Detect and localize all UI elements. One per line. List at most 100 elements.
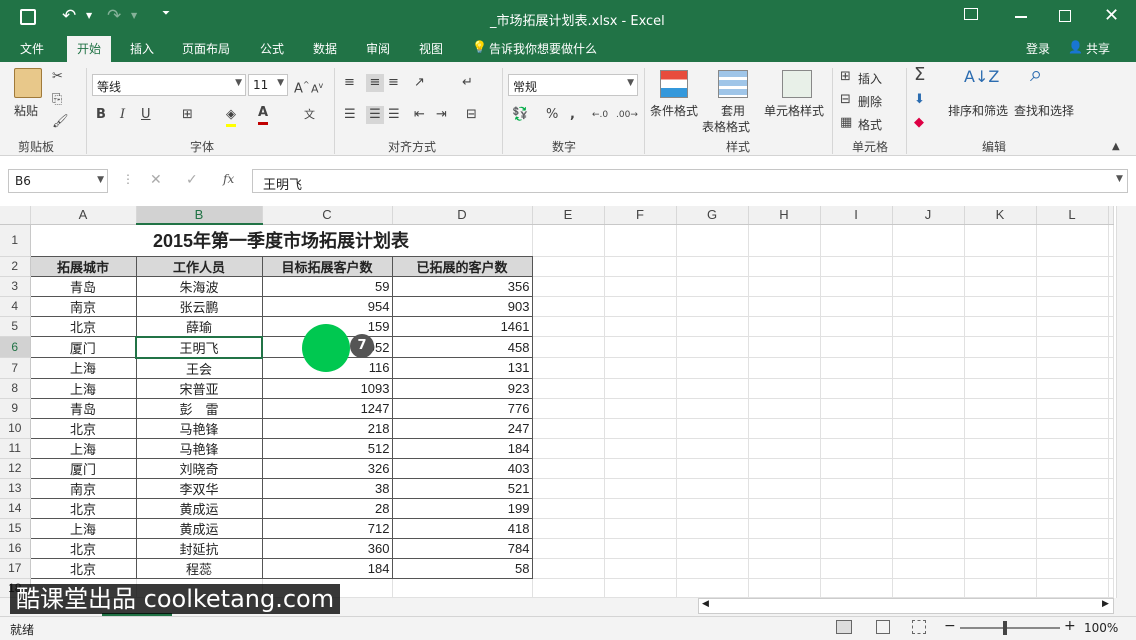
city-cell[interactable]: 青岛	[29, 275, 137, 297]
person-cell[interactable]: 李双华	[135, 477, 263, 499]
table-cell[interactable]	[1036, 256, 1109, 277]
table-cell[interactable]	[892, 518, 965, 539]
done-cell[interactable]: 776	[391, 397, 533, 419]
target-cell[interactable]: 512	[261, 437, 393, 459]
column-header[interactable]: L	[1036, 206, 1109, 225]
find-select-button[interactable]: 查找和选择	[1014, 102, 1074, 119]
row-header[interactable]: 17	[0, 558, 31, 579]
table-cell[interactable]	[604, 336, 677, 358]
table-cell[interactable]	[532, 438, 605, 459]
table-cell[interactable]	[964, 398, 1037, 419]
row-header[interactable]: 13	[0, 478, 31, 499]
target-cell[interactable]: 954	[261, 295, 393, 317]
table-cell[interactable]	[604, 438, 677, 459]
table-cell[interactable]	[964, 296, 1037, 317]
table-cell[interactable]	[676, 458, 749, 479]
tab-data[interactable]: 数据	[313, 40, 337, 57]
table-cell[interactable]	[964, 518, 1037, 539]
table-cell[interactable]	[676, 418, 749, 439]
done-cell[interactable]: 356	[391, 275, 533, 297]
column-header[interactable]: K	[964, 206, 1037, 225]
table-cell[interactable]	[820, 256, 893, 277]
table-cell[interactable]	[1108, 378, 1114, 399]
table-cell[interactable]	[892, 498, 965, 519]
city-cell[interactable]: 北京	[29, 537, 137, 559]
table-cell[interactable]	[532, 558, 605, 579]
table-cell[interactable]	[892, 438, 965, 459]
target-cell[interactable]: 360	[261, 537, 393, 559]
spreadsheet[interactable]: A B C D E F G H I J K L 1 2015年第一季度市场拓展计划表 2 拓展城市 工作人员 目标…	[0, 206, 1114, 598]
table-cell[interactable]	[820, 276, 893, 297]
table-cell[interactable]	[676, 357, 749, 379]
clear-icon[interactable]: ◆	[914, 114, 924, 132]
table-cell[interactable]	[964, 276, 1037, 297]
column-header[interactable]: I	[820, 206, 893, 225]
person-cell[interactable]: 朱海波	[135, 275, 263, 297]
table-cell[interactable]	[1108, 224, 1114, 257]
table-cell[interactable]	[676, 478, 749, 499]
person-cell[interactable]: 黄成运	[135, 517, 263, 539]
table-cell[interactable]	[604, 378, 677, 399]
zoom-out-icon[interactable]: −	[944, 618, 956, 634]
save-icon[interactable]	[20, 9, 36, 25]
cancel-icon[interactable]: ✕	[150, 172, 162, 188]
row-header[interactable]: 12	[0, 458, 31, 479]
city-cell[interactable]: 南京	[29, 295, 137, 317]
table-cell[interactable]	[676, 398, 749, 419]
table-cell[interactable]	[676, 558, 749, 579]
table-cell[interactable]	[676, 538, 749, 559]
table-cell[interactable]	[1036, 498, 1109, 519]
table-cell[interactable]	[964, 256, 1037, 277]
person-cell[interactable]: 马艳锋	[135, 417, 263, 439]
table-cell[interactable]	[604, 518, 677, 539]
table-cell[interactable]	[1036, 538, 1109, 559]
zoom-slider[interactable]	[960, 627, 1060, 629]
table-cell[interactable]	[892, 478, 965, 499]
table-cell[interactable]	[1108, 256, 1114, 277]
row-header[interactable]: 6	[0, 336, 31, 358]
tell-me-box[interactable]: 告诉我你想要做什么	[489, 40, 597, 57]
table-cell[interactable]	[604, 578, 677, 598]
row-header[interactable]: 15	[0, 518, 31, 539]
done-cell[interactable]: 418	[391, 517, 533, 539]
table-cell[interactable]	[532, 398, 605, 419]
table-cell[interactable]	[1036, 316, 1109, 337]
sort-filter-button[interactable]: 排序和筛选	[948, 102, 1008, 119]
table-cell[interactable]	[532, 224, 605, 257]
tab-page-layout[interactable]: 页面布局	[182, 40, 230, 57]
row-header[interactable]: 4	[0, 296, 31, 317]
cut-icon[interactable]: ✂	[52, 68, 63, 86]
table-cell[interactable]	[676, 296, 749, 317]
table-cell[interactable]	[820, 224, 893, 257]
table-cell[interactable]	[1108, 418, 1114, 439]
table-cell[interactable]	[1108, 518, 1114, 539]
table-cell[interactable]	[604, 296, 677, 317]
table-cell[interactable]	[964, 378, 1037, 399]
table-cell[interactable]	[892, 336, 965, 358]
city-cell[interactable]: 厦门	[29, 457, 137, 479]
person-cell[interactable]: 黄成运	[135, 497, 263, 519]
scroll-left-icon[interactable]: ◀	[702, 599, 709, 609]
table-cell[interactable]	[748, 418, 821, 439]
close-icon[interactable]: ✕	[1104, 5, 1119, 26]
ribbon-display-icon[interactable]	[964, 8, 978, 20]
column-header[interactable]: F	[604, 206, 677, 225]
table-cell[interactable]	[964, 336, 1037, 358]
row-header[interactable]: 16	[0, 538, 31, 559]
conditional-format-button[interactable]: 条件格式	[650, 102, 698, 119]
minimize-icon[interactable]	[1015, 16, 1027, 18]
row-header[interactable]: 5	[0, 316, 31, 337]
format-cells-button[interactable]: 格式	[858, 116, 882, 133]
table-cell[interactable]	[892, 458, 965, 479]
font-name-select[interactable]: 等线 ▼	[92, 74, 246, 96]
table-cell[interactable]	[820, 578, 893, 598]
city-cell[interactable]: 北京	[29, 497, 137, 519]
expand-formula-icon[interactable]: ▼	[1116, 174, 1123, 184]
table-cell[interactable]	[1036, 558, 1109, 579]
tab-formulas[interactable]: 公式	[260, 40, 284, 57]
city-cell[interactable]: 北京	[29, 315, 137, 337]
table-cell[interactable]	[820, 357, 893, 379]
conditional-format-icon[interactable]	[660, 70, 688, 98]
table-cell[interactable]	[892, 296, 965, 317]
table-cell[interactable]	[532, 458, 605, 479]
